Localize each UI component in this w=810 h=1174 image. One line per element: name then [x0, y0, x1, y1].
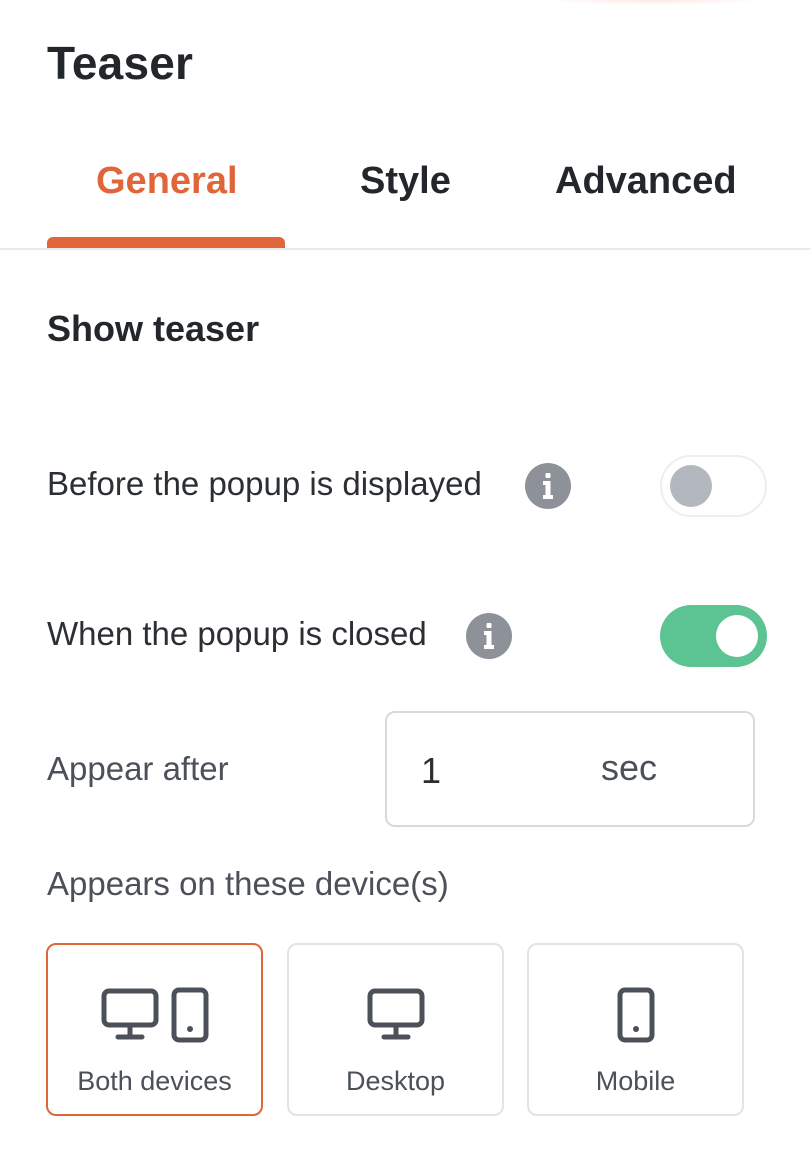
devices-label: Appears on these device(s): [47, 865, 449, 902]
device-label: Mobile: [595, 1066, 676, 1096]
teaser-settings-panel: Teaser General Style Advanced Show tease…: [0, 0, 810, 1174]
info-icon[interactable]: [525, 463, 571, 509]
appear-after-unit: sec: [601, 747, 658, 788]
info-glyph: [484, 623, 494, 649]
section-title: Show teaser: [47, 308, 260, 349]
device-icons: [289, 985, 502, 1045]
device-icons: [48, 985, 261, 1045]
appear-after-field[interactable]: sec: [385, 711, 755, 827]
appear-after-label: Appear after: [47, 750, 229, 787]
setting-label: When the popup is closed: [47, 615, 427, 652]
before-popup-toggle[interactable]: [660, 455, 767, 517]
device-option-both[interactable]: Both devices: [46, 943, 263, 1116]
info-icon[interactable]: [466, 613, 512, 659]
tabs-divider: [0, 248, 810, 250]
desktop-icon: [367, 988, 424, 1040]
tab-general[interactable]: General: [96, 160, 238, 203]
info-glyph: [543, 473, 553, 499]
tab-advanced[interactable]: Advanced: [555, 160, 737, 203]
device-option-mobile[interactable]: Mobile: [527, 943, 744, 1116]
tab-bar: General Style Advanced: [0, 150, 810, 250]
active-tab-indicator: [47, 237, 285, 248]
appear-after-input[interactable]: [421, 747, 571, 795]
panel-title: Teaser: [47, 37, 194, 89]
toggle-knob: [670, 465, 712, 507]
setting-before-popup: Before the popup is displayed: [0, 451, 810, 521]
when-closed-toggle[interactable]: [660, 605, 767, 667]
mobile-icon: [617, 987, 654, 1043]
device-label: Both devices: [77, 1066, 232, 1096]
device-label: Desktop: [345, 1066, 446, 1096]
top-decoration: [530, 0, 780, 6]
setting-label: Before the popup is displayed: [47, 465, 482, 502]
desktop-icon: [101, 988, 158, 1040]
tab-style[interactable]: Style: [360, 160, 451, 203]
setting-when-closed: When the popup is closed: [0, 601, 810, 671]
mobile-icon: [171, 987, 208, 1043]
toggle-knob: [716, 615, 758, 657]
device-icons: [529, 985, 742, 1045]
device-option-desktop[interactable]: Desktop: [287, 943, 504, 1116]
